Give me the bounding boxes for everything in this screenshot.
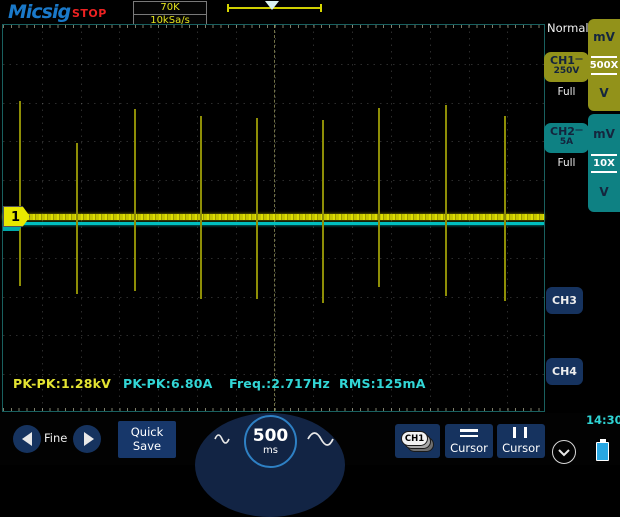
waveform-display[interactable]: 2 1 PK-PK:1.28kV PK-PK:6.80A Freq.:2.717…	[2, 24, 545, 412]
vertical-cursor-icon	[513, 427, 528, 438]
ch1-bandwidth-label: Full	[544, 86, 589, 98]
micsig-logo: Micsig	[8, 1, 70, 23]
horizontal-cursor-icon	[460, 429, 478, 437]
fine-adjust-label: Fine	[44, 431, 67, 445]
sine-small-icon[interactable]	[213, 431, 231, 447]
memory-depth-box[interactable]: 70K	[133, 1, 207, 15]
ch2-coupling-icon: —	[575, 125, 583, 134]
arrow-right-icon	[84, 432, 94, 446]
measurement-rms: RMS:125mA	[339, 376, 426, 391]
ch4-button[interactable]: CH4	[546, 358, 583, 385]
ch1-unit-v[interactable]: V	[599, 75, 608, 112]
measurement-freq: Freq.:2.717Hz	[229, 376, 330, 391]
ch1-probe-panel[interactable]: mV 500X V	[588, 19, 620, 111]
ch2-button[interactable]: CH2— 5A	[544, 123, 589, 153]
cursor-horizontal-button[interactable]: Cursor	[445, 424, 493, 458]
waveform-spike	[445, 105, 447, 296]
waveform-spike	[256, 118, 258, 299]
ch1-button[interactable]: CH1— 250V	[544, 52, 589, 82]
ch2-unit-v[interactable]: V	[599, 173, 608, 213]
clock-label: 14:30	[586, 413, 620, 427]
waveform-spike	[378, 108, 380, 287]
waveform-spike	[19, 101, 21, 286]
sine-large-icon[interactable]	[305, 428, 335, 450]
waveform-spike	[322, 120, 324, 303]
trigger-position-marker-icon[interactable]	[265, 1, 279, 10]
trigger-bar-right-cap	[320, 4, 322, 12]
waveform-spike	[76, 143, 78, 294]
measurement-pkpk-ch2: PK-PK:6.80A	[123, 376, 213, 391]
ch3-button[interactable]: CH3	[546, 287, 583, 314]
battery-icon	[596, 439, 609, 461]
collapse-menu-button[interactable]	[552, 440, 576, 464]
ch1-coupling-icon: —	[575, 54, 583, 63]
cursor-vertical-button[interactable]: Cursor	[497, 424, 545, 458]
ch2-unit-mv[interactable]: mV	[593, 114, 615, 154]
waveform-spike	[134, 109, 136, 291]
bottom-toolbar: Fine Quick Save 500 ms CH1 Cursor Cursor…	[0, 413, 620, 465]
arrow-left-icon	[22, 432, 32, 446]
quick-save-button[interactable]: Quick Save	[118, 421, 176, 458]
waveform-spike	[200, 116, 202, 299]
chevron-down-icon	[557, 448, 571, 457]
fine-increase-button[interactable]	[73, 425, 101, 453]
ch2-baseline-trace	[3, 222, 544, 225]
ch1-probe-attenuation[interactable]: 500X	[590, 58, 619, 73]
ch2-probe-panel[interactable]: mV 10X V	[588, 114, 620, 212]
ch1-baseline-trace	[3, 214, 544, 220]
trigger-mode-label: Normal	[547, 21, 589, 35]
timebase-button[interactable]: 500 ms	[244, 415, 297, 468]
waveform-spike	[504, 116, 506, 301]
fine-decrease-button[interactable]	[13, 425, 41, 453]
ch2-scale: 5A	[544, 138, 589, 147]
stacked-channels-icon: CH1	[401, 429, 434, 453]
ch1-unit-mv[interactable]: mV	[593, 19, 615, 56]
ch2-bandwidth-label: Full	[544, 157, 589, 169]
ch2-probe-attenuation[interactable]: 10X	[593, 156, 615, 171]
ch1-scale: 250V	[544, 67, 589, 76]
measurement-pkpk-ch1: PK-PK:1.28kV	[13, 376, 111, 391]
channel-select-button[interactable]: CH1	[395, 424, 440, 458]
acquisition-status[interactable]: STOP	[72, 7, 107, 20]
